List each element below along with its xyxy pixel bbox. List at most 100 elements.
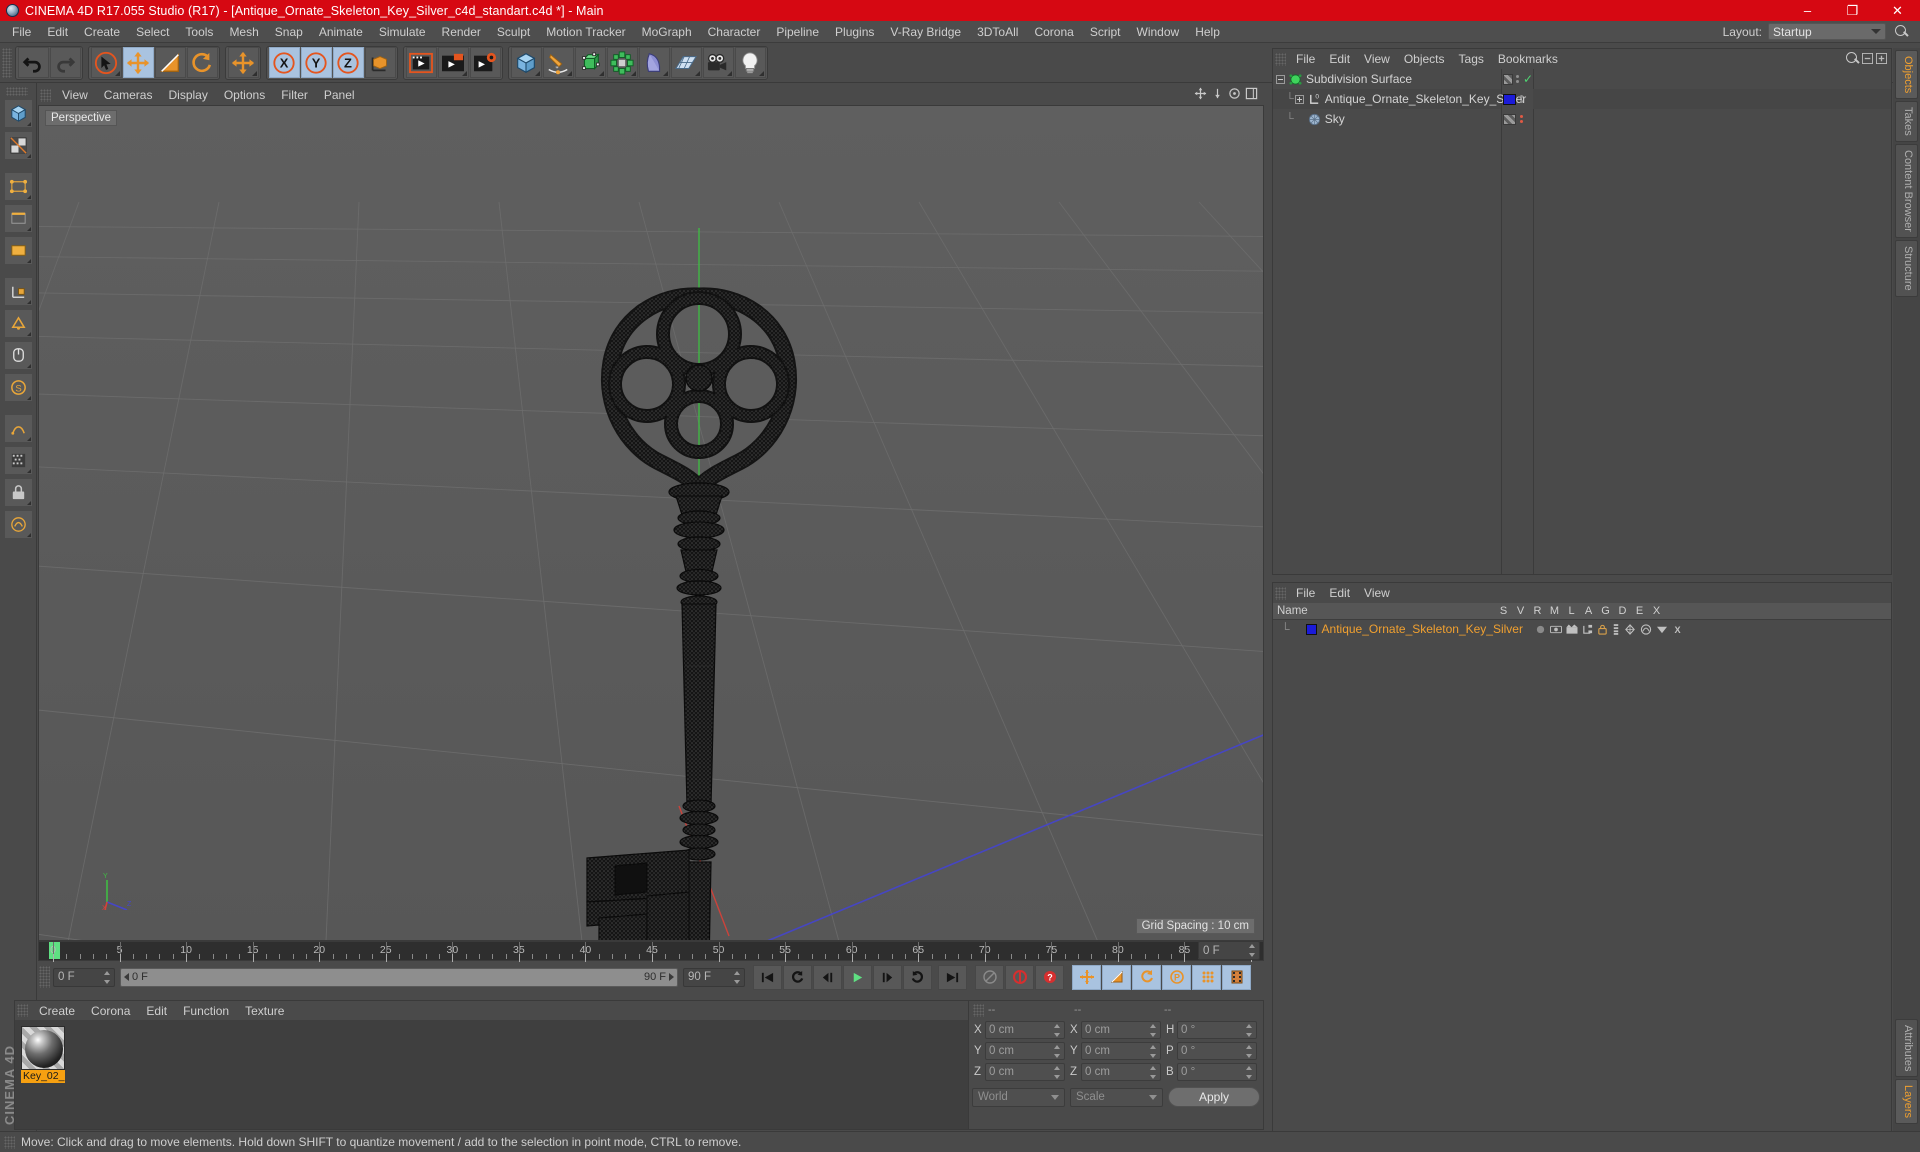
deformer-mode-button[interactable] [4,510,33,539]
object-dot-toggles[interactable] [1519,115,1523,123]
solo-toggle-icon[interactable] [1535,624,1546,635]
workplane-button[interactable] [4,309,33,338]
menu-item-tools[interactable]: Tools [177,23,221,41]
coordinate-grip[interactable] [973,1004,984,1017]
object-menu-objects[interactable]: Objects [1397,51,1452,67]
generator-toggle-icon[interactable] [1624,624,1636,635]
layer-row[interactable]: └ Antique_Ornate_Skeleton_Key_Silver X [1273,620,1891,638]
object-dot-toggles[interactable] [1519,95,1523,103]
polygons-mode-button[interactable] [4,236,33,265]
deformer-toggle-icon[interactable] [1640,624,1652,635]
rotation-b-field[interactable]: 0 ° [1177,1063,1257,1081]
status-grip[interactable] [4,1136,15,1149]
stepper-icon[interactable] [1054,1066,1061,1079]
material-manager-body[interactable]: Key_02_ [15,1020,993,1129]
edges-mode-button[interactable] [4,204,33,233]
material-menu-corona[interactable]: Corona [83,1003,138,1019]
move-axis-button[interactable] [228,47,259,78]
viewport-menu-cameras[interactable]: Cameras [96,87,161,103]
menu-item-render[interactable]: Render [434,23,489,41]
layer-color-swatch[interactable] [1306,624,1317,635]
play-backwards-button[interactable] [783,965,812,990]
render-view-button[interactable] [406,47,437,78]
object-row[interactable]: └0Antique_Ornate_Skeleton_Key_Silver [1273,89,1501,109]
transport-grip[interactable] [39,966,50,988]
collapse-expander[interactable] [1276,75,1285,84]
step-forward-button[interactable] [873,965,902,990]
snap-toggle-button[interactable]: S [4,373,33,402]
menu-item-select[interactable]: Select [128,23,177,41]
points-mode-button[interactable] [4,172,33,201]
apply-button[interactable]: Apply [1168,1087,1260,1107]
viewport-3d[interactable]: Perspective [38,105,1264,941]
record-parameter-button[interactable]: P [1162,965,1191,990]
object-dot-toggles[interactable] [1516,75,1519,83]
menu-item-sculpt[interactable]: Sculpt [489,23,538,41]
search-icon[interactable] [1895,25,1908,38]
size-x-field[interactable]: 0 cm [1081,1021,1161,1039]
menu-item-window[interactable]: Window [1129,23,1188,41]
material-preview-swatch[interactable] [21,1026,65,1070]
layer-menu-grip[interactable] [1275,587,1286,600]
stepper-icon[interactable] [1054,1045,1061,1058]
keyframe-selection-button[interactable]: ? [1035,965,1064,990]
menu-item-3dtoall[interactable]: 3DToAll [969,23,1026,41]
texture-mode-button[interactable] [4,131,33,160]
object-tag-cell[interactable] [1501,89,1533,109]
menu-item-corona[interactable]: Corona [1026,23,1081,41]
expression-toggle-icon[interactable] [1656,624,1668,635]
object-row[interactable]: └Sky [1273,109,1501,129]
collapse-all-icon[interactable] [1862,53,1873,64]
object-menu-bookmarks[interactable]: Bookmarks [1491,51,1565,67]
xpresso-toggle-icon[interactable]: X [1672,624,1683,635]
material-menu-function[interactable]: Function [175,1003,237,1019]
bend-deformer-button[interactable] [639,47,670,78]
position-z-field[interactable]: 0 cm [985,1063,1065,1081]
current-frame-field[interactable]: 0 F [53,968,115,987]
menu-item-snap[interactable]: Snap [267,23,311,41]
close-button[interactable]: ✕ [1875,0,1920,21]
object-menu-view[interactable]: View [1357,51,1397,67]
range-right-arrow-icon[interactable] [669,973,674,981]
uv-mode-button[interactable] [4,446,33,475]
menu-item-edit[interactable]: Edit [39,23,76,41]
live-selection-button[interactable] [91,47,122,78]
viewport-menu-display[interactable]: Display [160,87,215,103]
object-axis-mode-button[interactable] [4,277,33,306]
quantize-button[interactable] [4,414,33,443]
undo-button[interactable] [18,47,49,78]
light-button[interactable] [735,47,766,78]
play-forward-button[interactable] [843,965,872,990]
stepper-icon[interactable] [1150,1045,1157,1058]
stepper-icon[interactable] [1249,944,1256,957]
rotate-tool-button[interactable] [187,47,218,78]
menu-item-create[interactable]: Create [76,23,128,41]
timeline-button[interactable] [1222,965,1251,990]
object-menu-tags[interactable]: Tags [1452,51,1491,67]
timeline-ruler[interactable]: 051015202530354045505560657075808590 [38,941,1264,961]
expand-expander[interactable] [1295,95,1304,104]
record-active-objects-button[interactable] [975,965,1004,990]
visibility-toggle-icon[interactable] [1550,624,1562,635]
record-scale-button[interactable] [1102,965,1131,990]
position-x-field[interactable]: 0 cm [985,1021,1065,1039]
layer-menu-edit[interactable]: Edit [1322,585,1357,601]
object-tag-swatch[interactable] [1503,94,1516,105]
object-manager-body[interactable]: Subdivision Surface└0Antique_Ornate_Skel… [1273,69,1891,574]
rotation-h-field[interactable]: 0 ° [1177,1021,1257,1039]
go-to-end-button[interactable] [938,965,967,990]
record-rotation-button[interactable] [1132,965,1161,990]
menu-item-script[interactable]: Script [1082,23,1129,41]
zoom-view-icon[interactable] [1211,87,1224,100]
dock-tab-takes[interactable]: Takes [1895,101,1918,142]
viewport-menu-grip[interactable] [40,89,51,102]
stepper-icon[interactable] [1246,1045,1253,1058]
material-menu-edit[interactable]: Edit [138,1003,175,1019]
viewport-menu-view[interactable]: View [54,87,96,103]
menu-item-character[interactable]: Character [700,23,769,41]
render-toggle-icon[interactable] [1566,624,1578,635]
array-modeling-button[interactable] [607,47,638,78]
stepper-icon[interactable] [1054,1024,1061,1037]
object-tag-swatch[interactable] [1503,74,1513,85]
menu-item-help[interactable]: Help [1187,23,1228,41]
